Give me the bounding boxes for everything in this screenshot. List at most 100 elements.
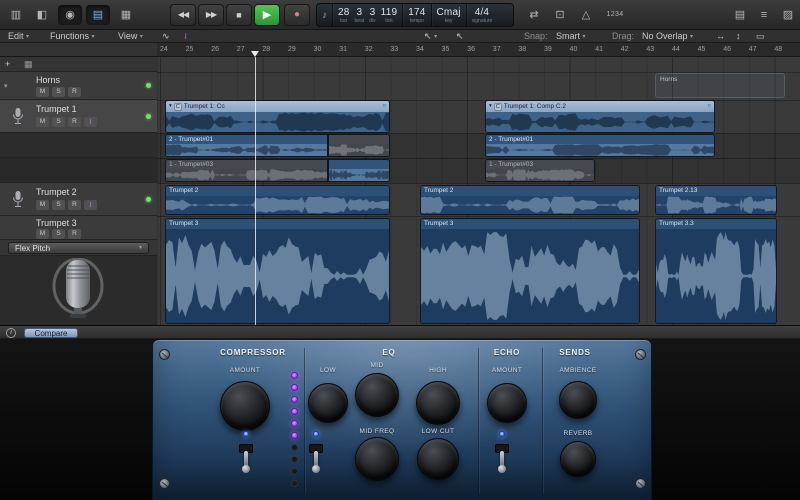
- disclosure-icon[interactable]: ▾: [489, 101, 492, 112]
- mute-button[interactable]: M: [36, 229, 49, 239]
- snap-menu[interactable]: Smart ▾: [556, 30, 586, 44]
- track-header-trumpet3[interactable]: Trumpet 3 M S R: [0, 216, 157, 240]
- take-lane-header-1[interactable]: [0, 158, 157, 183]
- screw-icon: [635, 478, 646, 489]
- mute-button[interactable]: M: [36, 87, 49, 97]
- cycle-icon[interactable]: ⇄: [522, 5, 546, 25]
- compressor-toggle-switch[interactable]: [237, 444, 255, 478]
- bar-ruler[interactable]: 2425262728293031323334353637383940414243…: [157, 43, 800, 57]
- lcd-position[interactable]: 28bar 3beat 3div 119tick: [332, 4, 402, 26]
- zoom-vertical-icon[interactable]: ↕: [736, 30, 741, 43]
- track-header-horns[interactable]: ▾ Horns M S R: [0, 72, 157, 100]
- flex-view-icon[interactable]: ∿: [162, 30, 170, 43]
- region-trumpet2-a[interactable]: Trumpet 2: [165, 185, 390, 215]
- sends-section-title: SENDS: [559, 348, 591, 357]
- region-trumpet3-a[interactable]: Trumpet 3: [165, 218, 390, 324]
- sends-ambience-knob[interactable]: [559, 381, 597, 419]
- record-enable-button[interactable]: R: [68, 229, 81, 239]
- flex-icon[interactable]: ≀: [184, 30, 187, 43]
- info-button[interactable]: i: [6, 328, 16, 338]
- echo-amount-knob[interactable]: [487, 383, 527, 423]
- compressor-amount-knob[interactable]: [220, 381, 270, 431]
- functions-menu[interactable]: Functions ▾: [50, 30, 95, 44]
- region-trumpet3-c[interactable]: Trumpet 3.3: [655, 218, 777, 324]
- count-in-button[interactable]: 1234: [600, 5, 630, 25]
- solo-button[interactable]: S: [52, 117, 65, 127]
- region-take2-active-b[interactable]: 2 - Trumpet#01: [485, 134, 715, 157]
- take-lane-header-2[interactable]: [0, 133, 157, 158]
- mute-button[interactable]: M: [36, 200, 49, 210]
- record-button[interactable]: ●: [284, 4, 310, 26]
- lcd-display[interactable]: ♪ 28bar 3beat 3div 119tick 174tempo Cmaj…: [316, 3, 514, 27]
- zoom-horizontal-icon[interactable]: ↔: [716, 30, 725, 43]
- functions-menu-label: Functions: [50, 31, 89, 41]
- sends-reverb-knob[interactable]: [560, 441, 596, 477]
- forward-button[interactable]: ▶▶: [198, 4, 224, 26]
- ruler-bar-number: 43: [646, 46, 654, 53]
- arrange-area[interactable]: Horns ▾ C Trumpet 1: Cc ○ ▾ C Trumpet 1:…: [157, 57, 800, 325]
- solo-button[interactable]: S: [52, 229, 65, 239]
- view-menu[interactable]: View ▾: [118, 30, 143, 44]
- zoom-preset-icon[interactable]: ▭: [756, 30, 765, 43]
- solo-button[interactable]: S: [52, 87, 65, 97]
- lcd-key[interactable]: Cmajkey: [431, 4, 466, 26]
- region-trumpet2-b[interactable]: Trumpet 2: [420, 185, 640, 215]
- eq-high-knob[interactable]: [416, 381, 460, 425]
- add-track-button[interactable]: +: [5, 58, 10, 71]
- region-take1-unused[interactable]: 1 - Trumpet#03: [165, 159, 328, 182]
- lcd-signature[interactable]: 4/4signature: [466, 4, 498, 26]
- flex-pitch-selector[interactable]: Flex Pitch▾: [8, 242, 149, 254]
- track-name: Trumpet 1: [36, 104, 77, 114]
- stop-button[interactable]: ■: [226, 4, 252, 26]
- solo-button[interactable]: S: [52, 200, 65, 210]
- play-button[interactable]: ▶: [254, 4, 280, 26]
- region-take1-active[interactable]: [328, 159, 390, 182]
- mixer-icon[interactable]: ▤: [86, 5, 110, 25]
- rewind-button[interactable]: ◀◀: [170, 4, 196, 26]
- eq-mid-knob[interactable]: [355, 373, 399, 417]
- chevron-down-icon: ▾: [583, 34, 586, 40]
- edit-menu[interactable]: Edit ▾: [8, 30, 29, 44]
- playhead[interactable]: [255, 57, 256, 325]
- region-horns-stack[interactable]: Horns: [655, 73, 785, 98]
- metronome-icon[interactable]: △: [574, 5, 598, 25]
- toolbar-toggle-icon[interactable]: ▤: [728, 5, 752, 25]
- record-enable-button[interactable]: R: [68, 200, 81, 210]
- mute-button[interactable]: M: [36, 117, 49, 127]
- region-trumpet1-comp-a[interactable]: ▾ C Trumpet 1: Cc ○: [165, 100, 390, 133]
- record-enable-button[interactable]: R: [68, 87, 81, 97]
- eq-low-knob[interactable]: [308, 383, 348, 423]
- command-tool-button[interactable]: ↖: [456, 30, 464, 43]
- lcd-tempo[interactable]: 174tempo: [402, 4, 430, 26]
- inspector-icon[interactable]: ◧: [30, 5, 54, 25]
- track-header-trumpet2[interactable]: Trumpet 2 M S R ≀: [0, 183, 157, 216]
- stack-disclosure-icon[interactable]: ▾: [4, 82, 8, 90]
- disclosure-icon[interactable]: ▾: [169, 101, 172, 112]
- eq-midfreq-knob[interactable]: [355, 437, 399, 481]
- waveform: [656, 229, 776, 323]
- flex-button[interactable]: ≀: [84, 200, 97, 210]
- waveform: [486, 169, 594, 181]
- echo-toggle-switch[interactable]: [493, 444, 511, 478]
- list-editors-icon[interactable]: ≡: [752, 5, 776, 25]
- eq-toggle-switch[interactable]: [307, 444, 325, 478]
- flex-button[interactable]: ≀: [84, 117, 97, 127]
- region-take2-unused[interactable]: [328, 134, 390, 157]
- autopunch-icon[interactable]: ⊡: [548, 5, 572, 25]
- region-trumpet2-c[interactable]: Trumpet 2.13: [655, 185, 777, 215]
- loops-icon[interactable]: ▦: [114, 5, 138, 25]
- region-trumpet1-comp-b[interactable]: ▾ C Trumpet 1: Comp C.2 ○: [485, 100, 715, 133]
- quick-help-icon[interactable]: ◉: [58, 5, 82, 25]
- pointer-tool-button[interactable]: ↖ ▾: [424, 30, 437, 44]
- media-browser-icon[interactable]: ▨: [776, 5, 800, 25]
- library-icon[interactable]: ▥: [4, 5, 28, 25]
- compare-button[interactable]: Compare: [24, 328, 78, 338]
- track-config-button[interactable]: ▦: [24, 58, 33, 71]
- track-header-trumpet1[interactable]: Trumpet 1 M S R ≀: [0, 100, 157, 133]
- region-trumpet3-b[interactable]: Trumpet 3: [420, 218, 640, 324]
- region-take1-unused-b[interactable]: 1 - Trumpet#03: [485, 159, 595, 182]
- drag-menu[interactable]: No Overlap ▾: [642, 30, 693, 44]
- region-take2-active[interactable]: 2 - Trumpet#01: [165, 134, 328, 157]
- record-enable-button[interactable]: R: [68, 117, 81, 127]
- eq-lowcut-knob[interactable]: [417, 438, 459, 480]
